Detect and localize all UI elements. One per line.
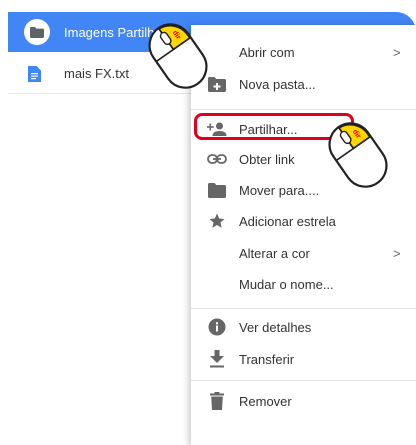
- menu-item-view-details[interactable]: Ver detalhes: [191, 311, 416, 343]
- star-icon: [206, 211, 228, 231]
- menu-item-change-color[interactable]: Alterar a cor >: [191, 237, 416, 269]
- menu-item-open-with[interactable]: Abrir com >: [191, 36, 416, 68]
- folder-icon: [24, 19, 50, 45]
- menu-label: Transferir: [239, 351, 295, 367]
- folder-icon: [206, 180, 228, 200]
- menu-label: Abrir com: [239, 44, 295, 60]
- trash-icon: [206, 391, 228, 411]
- file-name: mais FX.txt: [64, 66, 130, 81]
- menu-item-remove[interactable]: Remover: [191, 385, 416, 417]
- menu-divider: [191, 109, 416, 110]
- menu-label: Remover: [239, 393, 292, 409]
- link-icon: [206, 149, 228, 169]
- menu-label: Mudar o nome...: [239, 276, 334, 292]
- menu-label: Adicionar estrela: [239, 213, 336, 229]
- chevron-right-icon: >: [393, 245, 401, 261]
- context-menu: Abrir com > Nova pasta... Partilhar... O…: [191, 25, 416, 445]
- menu-item-add-star[interactable]: Adicionar estrela: [191, 205, 416, 237]
- right-click-mouse-icon: dir: [323, 117, 393, 198]
- menu-item-rename[interactable]: Mudar o nome...: [191, 268, 416, 300]
- menu-label: Alterar a cor: [239, 245, 310, 261]
- menu-label: Ver detalhes: [239, 319, 312, 335]
- download-icon: [206, 349, 228, 369]
- menu-divider: [191, 308, 416, 309]
- document-icon: [28, 63, 46, 85]
- menu-divider: [191, 380, 416, 381]
- info-icon: [206, 317, 228, 337]
- right-click-mouse-icon: dir: [143, 18, 213, 99]
- menu-label: Mover para....: [239, 182, 320, 198]
- menu-item-download[interactable]: Transferir: [191, 343, 416, 375]
- chevron-right-icon: >: [393, 44, 401, 60]
- menu-label: Nova pasta...: [239, 76, 316, 92]
- menu-label: Obter link: [239, 151, 295, 167]
- menu-item-new-folder[interactable]: Nova pasta...: [191, 68, 416, 100]
